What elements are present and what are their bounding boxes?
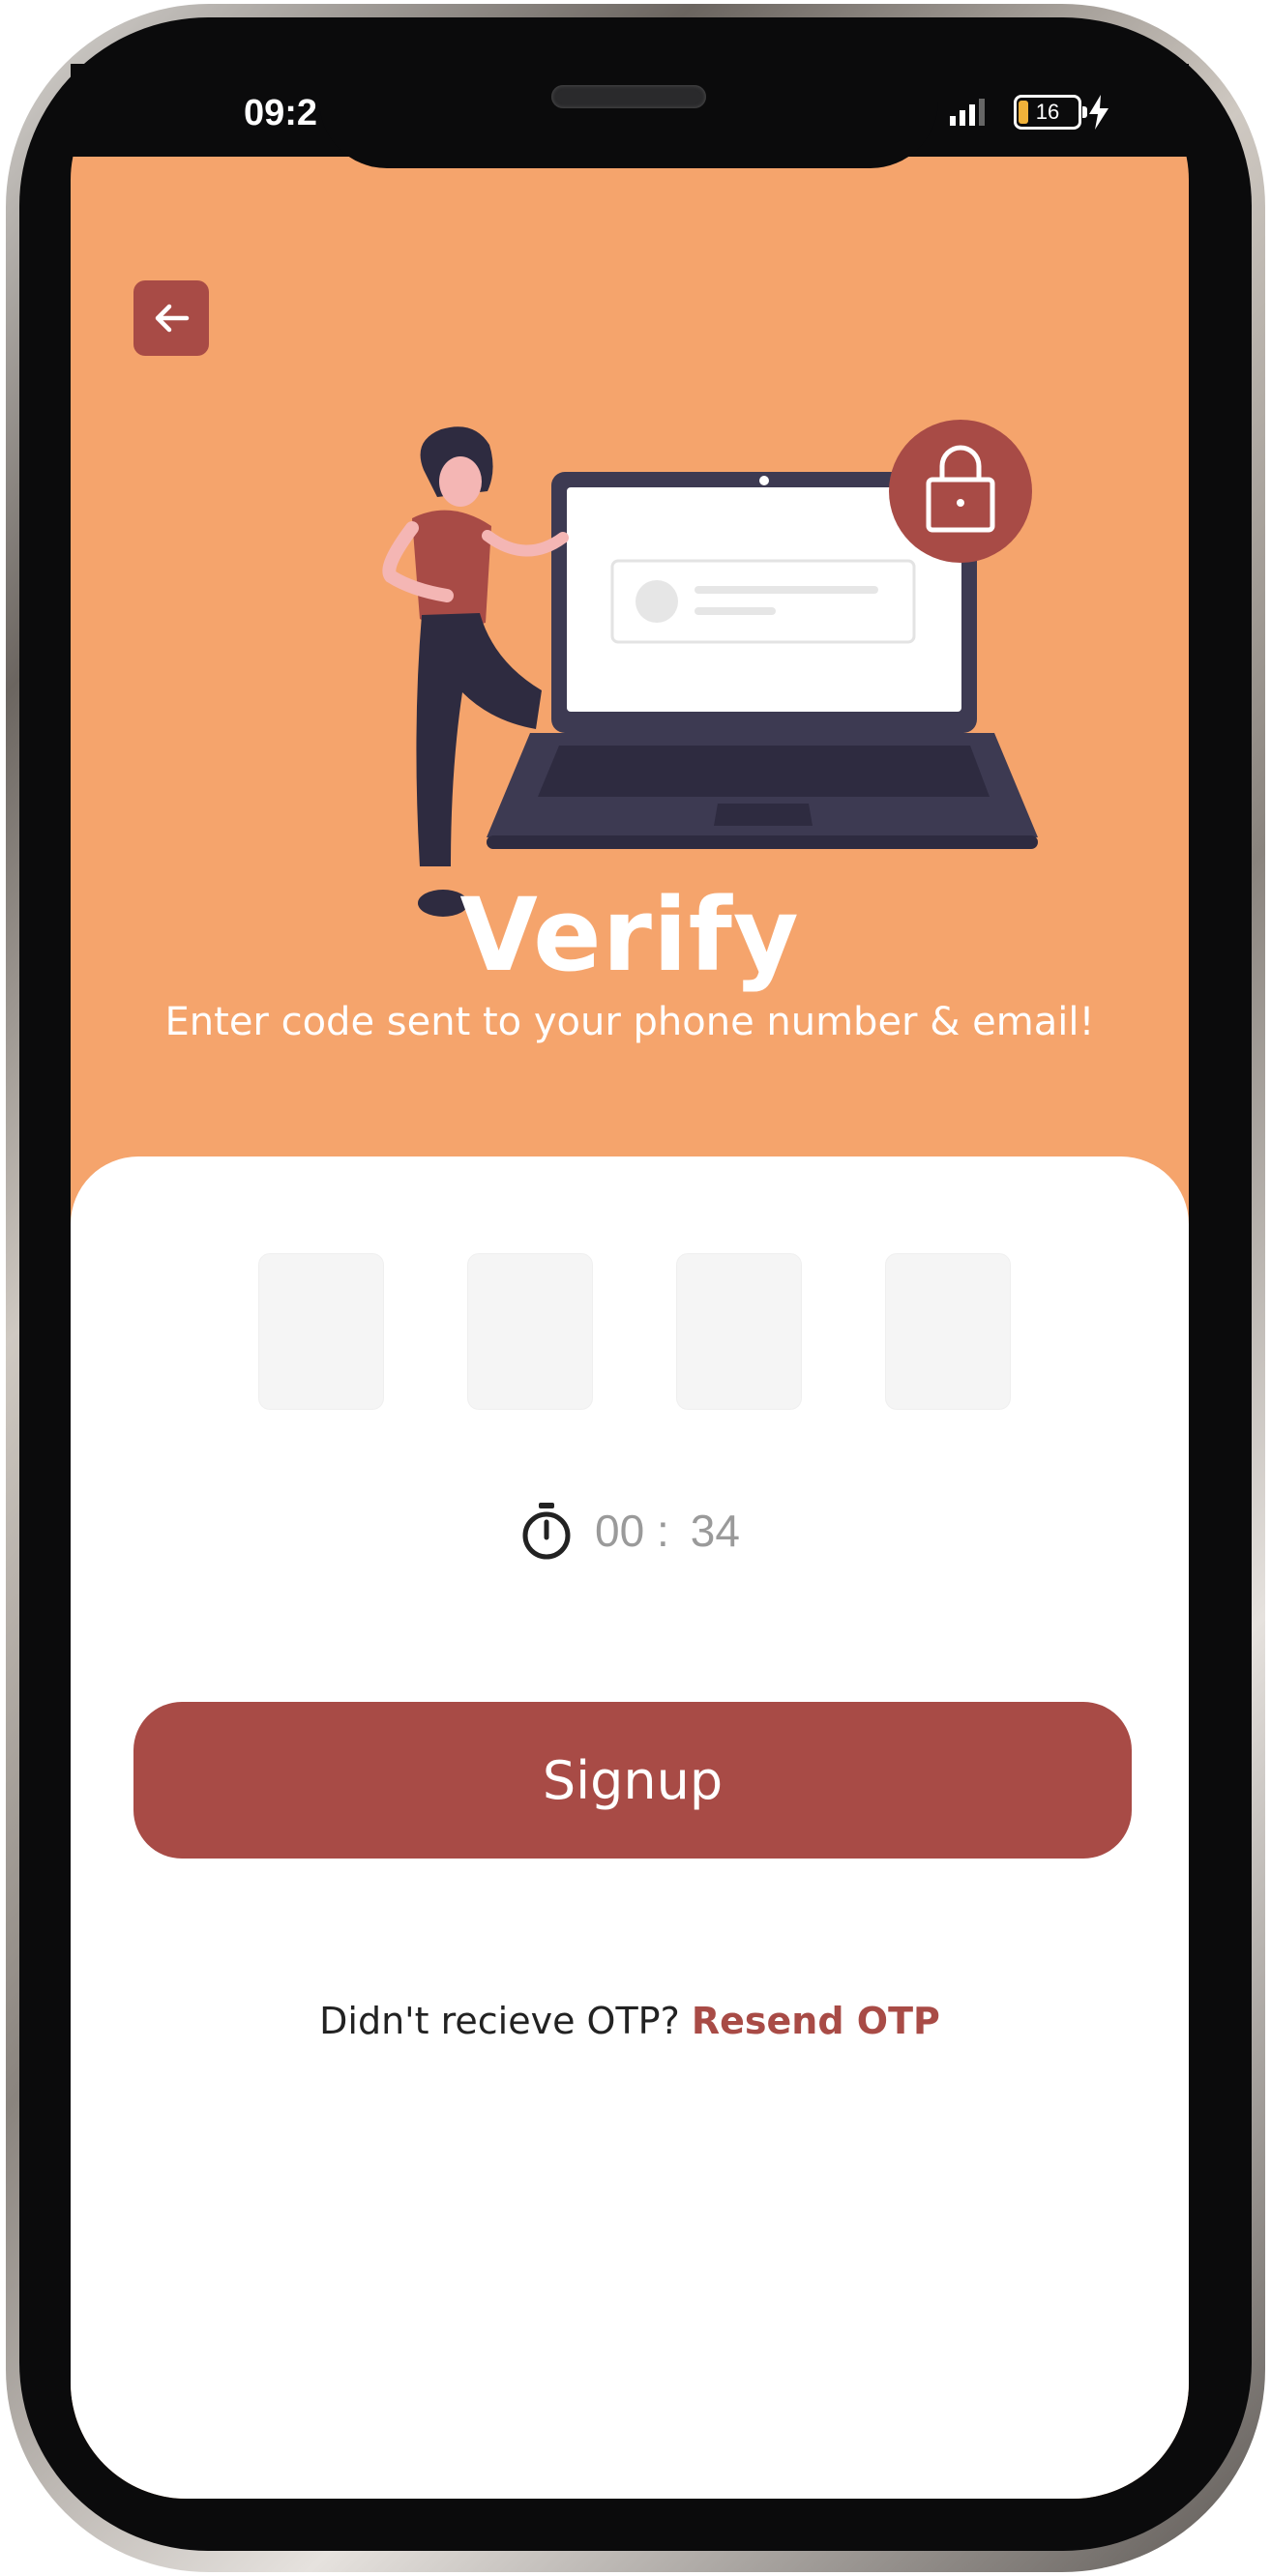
resend-otp-link[interactable]: Resend OTP — [692, 2000, 940, 2042]
app-screen: Verify Enter code sent to your phone num… — [71, 64, 1189, 2499]
status-time: 09:2 — [244, 93, 318, 133]
verification-illustration — [382, 420, 1038, 917]
resend-prompt-text: Didn't recieve OTP? — [319, 2000, 680, 2042]
otp-digit-4[interactable] — [885, 1253, 1011, 1410]
speaker-grille — [551, 85, 706, 108]
battery-icon: 16 — [1014, 95, 1087, 130]
timer-seconds: 34 — [690, 1506, 740, 1556]
charging-bolt-icon — [1089, 95, 1108, 130]
signal-icon — [950, 99, 985, 126]
stopwatch-icon — [522, 1503, 571, 1560]
otp-input-row — [258, 1253, 1011, 1410]
arrow-left-icon — [155, 304, 190, 333]
resend-otp-line: Didn't recieve OTP? Resend OTP — [71, 2000, 1189, 2042]
timer-minutes: 00 : — [595, 1506, 669, 1556]
otp-card: 00 : 34 Signup Didn't recieve OTP? Resen… — [71, 1156, 1189, 2499]
otp-digit-3[interactable] — [676, 1253, 802, 1410]
page-title: Verify — [459, 876, 800, 994]
signup-button[interactable]: Signup — [133, 1702, 1132, 1859]
otp-digit-2[interactable] — [467, 1253, 593, 1410]
phone-notch — [319, 54, 938, 168]
countdown-timer: 00 : 34 — [71, 1501, 1189, 1561]
back-button[interactable] — [133, 280, 209, 356]
page-subtitle: Enter code sent to your phone number & e… — [164, 1000, 1095, 1044]
otp-digit-1[interactable] — [258, 1253, 384, 1410]
